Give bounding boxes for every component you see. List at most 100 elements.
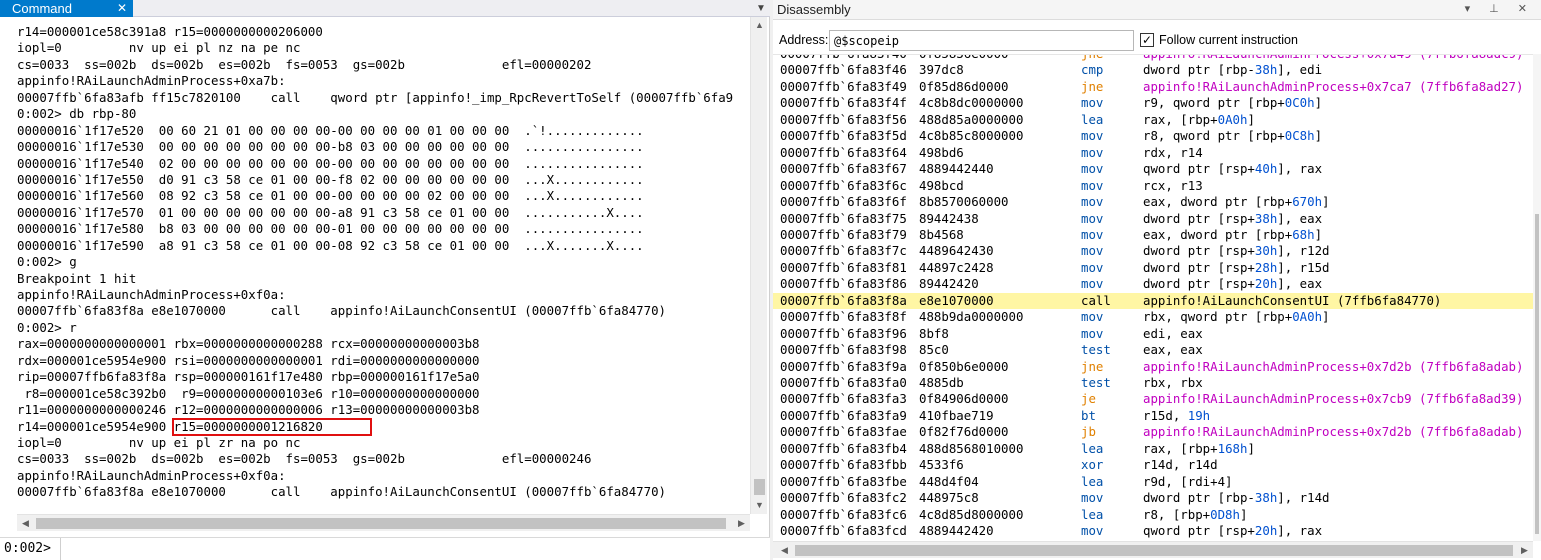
command-output-line: 00000016`1f17e590 a8 91 c3 58 ce 01 00 0… (17, 237, 644, 253)
command-output-line: 00000016`1f17e560 08 92 c3 58 ce 01 00 0… (17, 188, 644, 204)
command-horizontal-scrollbar[interactable]: ◀ ▶ (17, 514, 750, 531)
instruction-address: 00007ffb`6fa83fa3 (780, 391, 907, 407)
disassembly-row[interactable]: 00007ffb`6fa83f67 4889442440 mov qword ptr … (773, 161, 1533, 178)
instruction-bytes: 4c8b8dc0000000 (919, 95, 1024, 111)
follow-instruction-checkbox[interactable]: ✓ (1140, 33, 1154, 47)
disassembly-row[interactable]: 00007ffb`6fa83f5d 4c8b85c8000000 mov r8, qw… (773, 128, 1533, 145)
scroll-left-icon[interactable]: ◀ (17, 515, 34, 532)
scroll-thumb[interactable] (1535, 214, 1539, 534)
disassembly-row[interactable]: 00007ffb`6fa83f81 44897c2428 mov dword ptr … (773, 260, 1533, 277)
instruction-bytes: 8b4568 (919, 226, 964, 242)
instruction-address: 00007ffb`6fa83f49 (780, 78, 907, 94)
immediate-value: 68h (1292, 226, 1315, 242)
disassembly-row[interactable]: 00007ffb`6fa83fbe 448d4f04 lea r9d, [rdi+4] (773, 474, 1533, 491)
command-output-line: rip=00007ffb6fa83f8a rsp=000000161f17e48… (17, 369, 480, 385)
instruction-bytes: 4c8d85d8000000 (919, 506, 1024, 522)
instruction-mnemonic: jne (1081, 78, 1104, 94)
instruction-mnemonic: xor (1081, 457, 1104, 473)
instruction-mnemonic: mov (1081, 95, 1104, 111)
disassembly-row[interactable]: 00007ffb`6fa83f56 488d85a0000000 lea rax, [… (773, 112, 1533, 129)
instruction-mnemonic: mov (1081, 161, 1104, 177)
scroll-up-icon[interactable]: ▲ (751, 17, 768, 34)
command-output-line: cs=0033 ss=002b ds=002b es=002b fs=0053 … (17, 451, 592, 467)
scroll-right-icon[interactable]: ▶ (1516, 542, 1533, 559)
command-output[interactable]: r14=000001ce58c391a8 r15=000000000020600… (0, 17, 750, 514)
command-output-line: iopl=0 nv up ei pl zr na po nc (17, 434, 301, 450)
disassembly-row[interactable]: 00007ffb`6fa83fc2 448975c8 mov dword ptr [r… (773, 490, 1533, 507)
disassembly-row[interactable]: 00007ffb`6fa83f6c 498bcd mov rcx, r13 (773, 178, 1533, 195)
instruction-mnemonic: lea (1081, 473, 1104, 489)
disassembly-row[interactable]: 00007ffb`6fa83fa9 410fbae719 bt r15d, 19h (773, 408, 1533, 425)
disassembly-horizontal-scrollbar[interactable]: ◀ ▶ (773, 541, 1533, 558)
disassembly-row[interactable]: 00007ffb`6fa83f9a 0f850b6e0000 jne appinfo!… (773, 359, 1533, 376)
disassembly-row[interactable]: 00007ffb`6fa83f40 0f85836e0000 jne appinfo!… (773, 55, 1533, 63)
disassembly-row[interactable]: 00007ffb`6fa83f8f 488b9da0000000 mov rbx, q… (773, 309, 1533, 326)
command-vertical-scrollbar[interactable]: ▲ ▼ (750, 17, 767, 514)
disassembly-row[interactable]: 00007ffb`6fa83f96 8bf8 mov edi, eax (773, 326, 1533, 343)
instruction-address: 00007ffb`6fa83f8f (780, 309, 907, 325)
disassembly-row[interactable]: 00007ffb`6fa83f79 8b4568 mov eax, dword ptr… (773, 227, 1533, 244)
command-output-line: cs=0033 ss=002b ds=002b es=002b fs=0053 … (17, 56, 592, 72)
disassembly-row[interactable]: 00007ffb`6fa83f64 498bd6 mov rdx, r14 (773, 145, 1533, 162)
disassembly-row[interactable]: 00007ffb`6fa83f46 397dc8 cmp dword ptr [rbp… (773, 62, 1533, 79)
immediate-value: 30h (1254, 243, 1278, 259)
disassembly-row[interactable]: 00007ffb`6fa83fbb 4533f6 xor r14d, r14d (773, 457, 1533, 474)
scroll-thumb[interactable] (795, 545, 1513, 556)
scroll-thumb[interactable] (754, 479, 765, 495)
scroll-left-icon[interactable]: ◀ (776, 542, 793, 559)
disassembly-row[interactable]: 00007ffb`6fa83f4f 4c8b8dc0000000 mov r9, qw… (773, 95, 1533, 112)
instruction-mnemonic: mov (1081, 490, 1104, 506)
disassembly-row[interactable]: 00007ffb`6fa83fc6 4c8d85d8000000 lea r8, [r… (773, 507, 1533, 524)
instruction-mnemonic: cmp (1081, 62, 1104, 78)
immediate-value: 0D8h (1210, 506, 1240, 522)
instruction-bytes: e8e1070000 (919, 292, 994, 308)
immediate-value: 670h (1292, 194, 1323, 210)
instruction-mnemonic: lea (1081, 506, 1104, 522)
disassembly-row[interactable]: 00007ffb`6fa83fb4 488d8568010000 lea rax, [… (773, 441, 1533, 458)
command-input[interactable] (60, 538, 766, 560)
window-menu-icon[interactable]: ▼ (754, 0, 768, 17)
instruction-address: 00007ffb`6fa83fae (780, 424, 907, 440)
disassembly-row[interactable]: 00007ffb`6fa83f49 0f85d86d0000 jne appinfo!… (773, 79, 1533, 96)
instruction-address: 00007ffb`6fa83f64 (780, 144, 907, 160)
instruction-mnemonic: jne (1081, 55, 1103, 63)
instruction-address: 00007ffb`6fa83f81 (780, 259, 907, 275)
scroll-down-icon[interactable]: ▼ (751, 497, 768, 514)
current-instruction-row[interactable]: 00007ffb`6fa83f8a e8e1070000 call appinfo!A… (773, 292, 1533, 310)
disassembly-row[interactable]: 00007ffb`6fa83fae 0f82f76d0000 jb appinfo!R… (773, 424, 1533, 441)
disassembly-row[interactable]: 00007ffb`6fa83fcd 4889442420 mov qword ptr … (773, 523, 1533, 540)
disassembly-row[interactable]: 00007ffb`6fa83fa3 0f84906d0000 je appinfo!R… (773, 391, 1533, 408)
command-output-line: 00000016`1f17e580 b8 03 00 00 00 00 00 0… (17, 221, 644, 237)
disassembly-vertical-scrollbar[interactable] (1533, 54, 1541, 541)
instruction-address: 00007ffb`6fa83f40 (780, 55, 907, 63)
instruction-address: 00007ffb`6fa83f6c (780, 177, 907, 193)
instruction-bytes: 410fbae719 (919, 407, 994, 423)
instruction-mnemonic: mov (1081, 276, 1104, 292)
immediate-value: 20h (1254, 523, 1278, 539)
pin-close-icons[interactable]: ▾ ⊥ ✕ (1465, 1, 1535, 18)
instruction-bytes: 0f850b6e0000 (919, 358, 1009, 374)
command-output-line: 00000016`1f17e550 d0 91 c3 58 ce 01 00 0… (17, 171, 644, 187)
disassembly-row[interactable]: 00007ffb`6fa83f98 85c0 test eax, eax (773, 342, 1533, 359)
disassembly-row[interactable]: 00007ffb`6fa83f75 89442438 mov dword ptr [r… (773, 211, 1533, 228)
close-icon[interactable]: ✕ (113, 0, 131, 17)
scroll-right-icon[interactable]: ▶ (733, 515, 750, 532)
instruction-bytes: 488d85a0000000 (919, 111, 1024, 127)
disassembly-row[interactable]: 00007ffb`6fa83f6f 8b8570060000 mov eax, dwo… (773, 194, 1533, 211)
instruction-address: 00007ffb`6fa83f98 (780, 342, 907, 358)
command-output-line: 0:002> g (17, 254, 77, 270)
address-input[interactable] (829, 30, 1134, 51)
follow-instruction-label[interactable]: Follow current instruction (1159, 33, 1298, 47)
instruction-mnemonic: test (1081, 342, 1111, 358)
command-output-line: 00007ffb`6fa83f8a e8e1070000 call appinf… (17, 484, 667, 500)
instruction-operands: r9, qword ptr [rbp+0C0h] (1143, 95, 1323, 111)
disassembly-row[interactable]: 00007ffb`6fa83f7c 4489642430 mov dword ptr … (773, 243, 1533, 260)
disassembly-row[interactable]: 00007ffb`6fa83fa0 4885db test rbx, rbx (773, 375, 1533, 392)
scroll-thumb[interactable] (36, 518, 726, 529)
instruction-bytes: 0f82f76d0000 (919, 424, 1009, 440)
disassembly-listing[interactable]: 00007ffb`6fa83f40 0f85836e0000 jne appinfo!… (773, 54, 1533, 541)
disassembly-row[interactable]: 00007ffb`6fa83f86 89442420 mov dword ptr [r… (773, 276, 1533, 293)
instruction-bytes: 4533f6 (919, 457, 964, 473)
instruction-operands: dword ptr [rsp+20h], eax (1143, 276, 1323, 292)
instruction-address: 00007ffb`6fa83f4f (780, 95, 907, 111)
